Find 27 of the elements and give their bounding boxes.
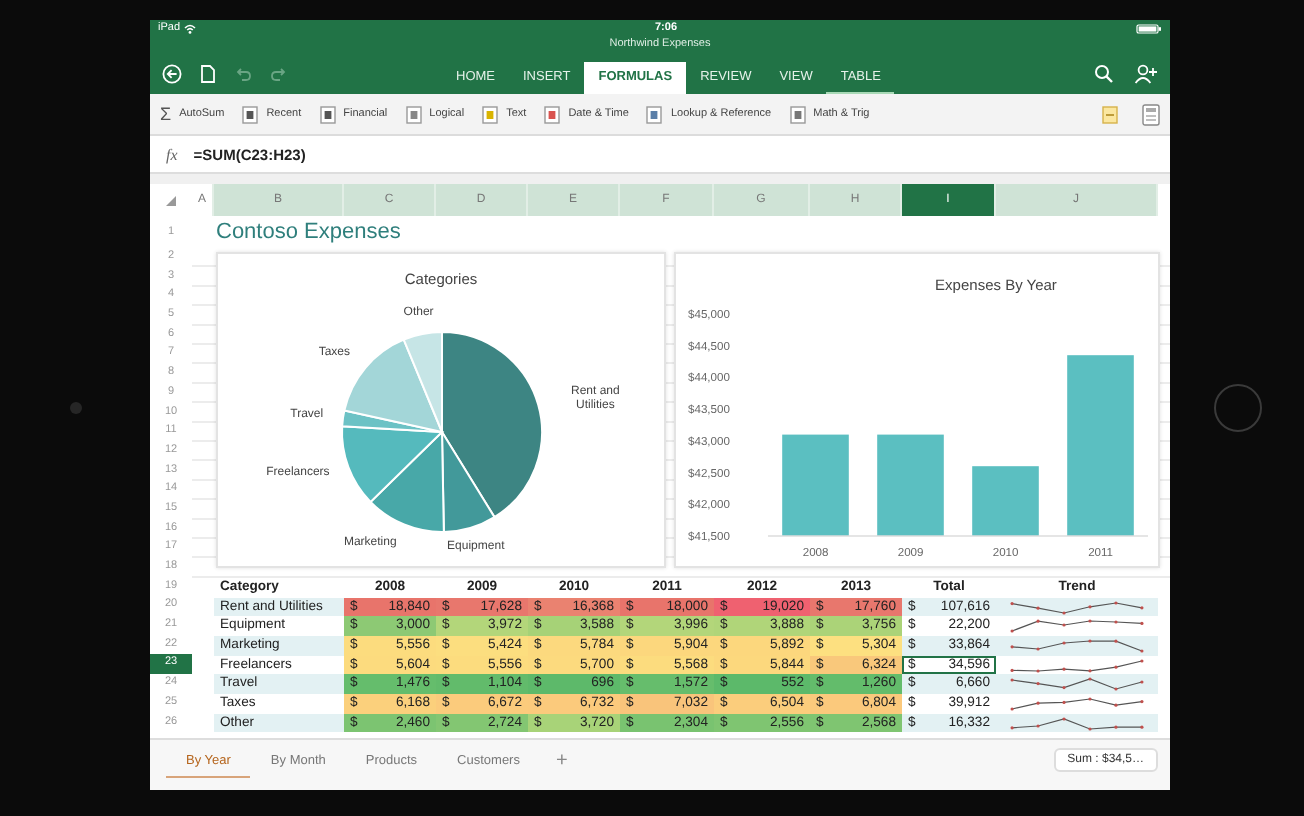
sheet-title: Contoso Expenses: [214, 218, 403, 248]
undo-icon[interactable]: [234, 66, 252, 82]
box-icon: [789, 105, 806, 123]
box-icon: [482, 105, 499, 123]
back-icon[interactable]: [162, 64, 182, 84]
box-icon: [646, 105, 663, 123]
file-icon[interactable]: [200, 64, 216, 84]
bar: [877, 434, 944, 536]
box-icon: [405, 105, 422, 123]
select-all-icon[interactable]: [166, 195, 176, 205]
box-icon: [242, 105, 259, 123]
home-button[interactable]: [1213, 384, 1261, 432]
more-functions-icon[interactable]: [1102, 105, 1118, 123]
bar: [972, 466, 1039, 536]
battery-icon: [1136, 23, 1162, 33]
add-sheet-button[interactable]: +: [539, 744, 584, 777]
bar: [782, 434, 849, 536]
add-person-icon[interactable]: [1134, 64, 1158, 84]
wifi-icon: [184, 23, 197, 33]
function-label: fx: [166, 146, 178, 164]
calculator-icon[interactable]: [1142, 103, 1160, 125]
box-icon: [319, 105, 336, 123]
redo-icon[interactable]: [270, 66, 288, 82]
box-icon: [544, 105, 561, 123]
camera-icon: [69, 402, 81, 414]
search-icon[interactable]: [1094, 64, 1114, 84]
sigma-icon: Σ: [160, 105, 172, 123]
